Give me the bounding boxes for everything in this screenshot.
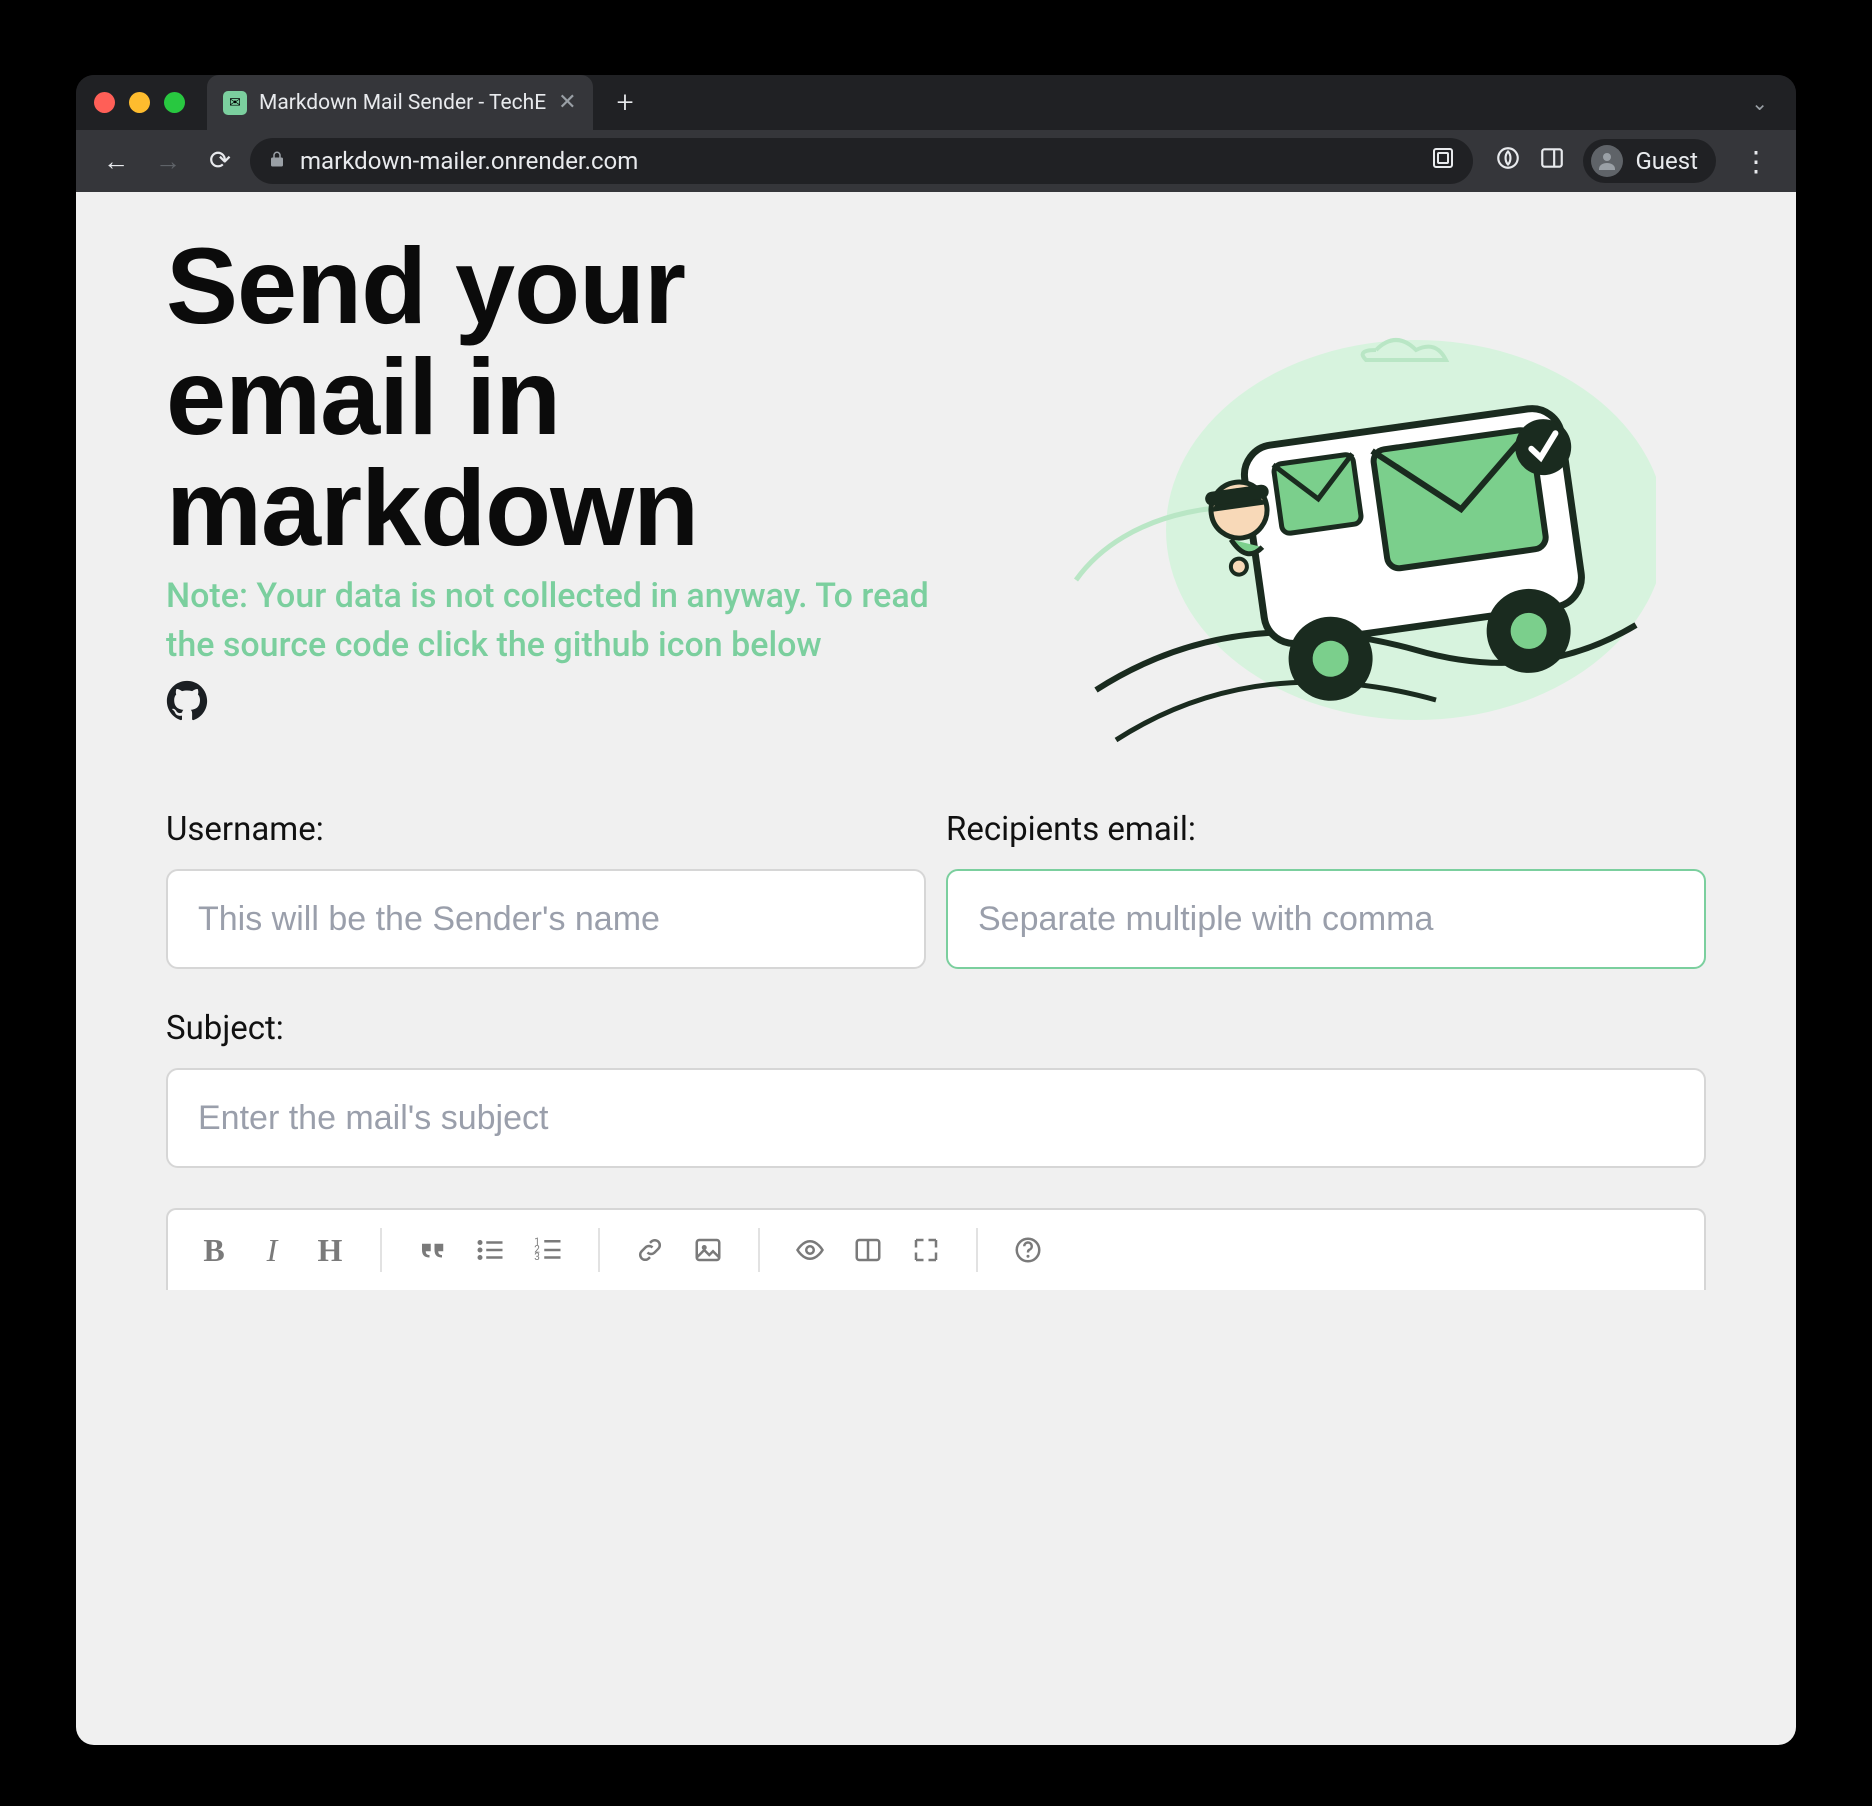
url-text: markdown-mailer.onrender.com (300, 147, 1417, 175)
profile-label: Guest (1635, 147, 1698, 175)
page-content: Send your email in markdown Note: Your d… (76, 192, 1796, 1745)
github-icon (166, 680, 208, 722)
lock-icon (268, 150, 286, 173)
delivery-illustration (1036, 290, 1656, 750)
browser-tab[interactable]: ✉ Markdown Mail Sender - TechE ✕ (207, 75, 593, 130)
maximize-window-button[interactable] (164, 92, 185, 113)
toolbar-right-icons: Guest ⋮ (1495, 139, 1778, 183)
privacy-note: Note: Your data is not collected in anyw… (166, 572, 946, 671)
preview-button[interactable] (792, 1235, 828, 1265)
install-app-icon[interactable] (1431, 146, 1455, 176)
form-section: Username: Recipients email: Subject: (166, 810, 1706, 1290)
svg-text:3: 3 (534, 1252, 540, 1263)
subject-label: Subject: (166, 1009, 1706, 1048)
side-panel-icon[interactable] (1539, 145, 1565, 177)
tabs-dropdown-icon[interactable]: ⌄ (1751, 91, 1768, 115)
toolbar-row: ← → ⟳ markdown-mailer.onrender.com (76, 130, 1796, 192)
unordered-list-button[interactable] (472, 1235, 508, 1265)
recipients-label: Recipients email: (946, 810, 1706, 849)
tab-close-icon[interactable]: ✕ (558, 90, 576, 115)
quote-button[interactable] (414, 1235, 450, 1265)
recipients-input[interactable] (946, 869, 1706, 969)
username-label: Username: (166, 810, 926, 849)
side-by-side-button[interactable] (850, 1235, 886, 1265)
new-tab-button[interactable]: + (617, 85, 634, 120)
italic-button[interactable]: I (254, 1232, 290, 1269)
fullscreen-button[interactable] (908, 1235, 944, 1265)
help-button[interactable] (1010, 1235, 1046, 1265)
close-window-button[interactable] (94, 92, 115, 113)
title-bar: ✉ Markdown Mail Sender - TechE ✕ + ⌄ (76, 75, 1796, 130)
address-bar[interactable]: markdown-mailer.onrender.com (250, 138, 1473, 184)
tab-favicon: ✉ (223, 91, 247, 115)
ordered-list-button[interactable]: 123 (530, 1235, 566, 1265)
page-title: Send your email in markdown (166, 230, 946, 564)
reload-button[interactable]: ⟳ (198, 139, 242, 183)
image-button[interactable] (690, 1235, 726, 1265)
editor-toolbar: B I H 123 (166, 1208, 1706, 1290)
username-input[interactable] (166, 869, 926, 969)
avatar-icon (1591, 145, 1623, 177)
hero-section: Send your email in markdown Note: Your d… (166, 230, 1706, 750)
profile-chip[interactable]: Guest (1583, 139, 1716, 183)
menu-icon[interactable]: ⋮ (1734, 145, 1778, 178)
window-controls (94, 92, 185, 113)
heading-button[interactable]: H (312, 1232, 348, 1269)
bold-button[interactable]: B (196, 1232, 232, 1269)
link-button[interactable] (632, 1235, 668, 1265)
minimize-window-button[interactable] (129, 92, 150, 113)
forward-button[interactable]: → (146, 139, 190, 183)
subject-input[interactable] (166, 1068, 1706, 1168)
browser-window: ✉ Markdown Mail Sender - TechE ✕ + ⌄ ← →… (76, 75, 1796, 1745)
leaf-icon[interactable] (1495, 145, 1521, 177)
github-link[interactable] (166, 680, 208, 726)
back-button[interactable]: ← (94, 139, 138, 183)
tab-title: Markdown Mail Sender - TechE (259, 91, 546, 115)
